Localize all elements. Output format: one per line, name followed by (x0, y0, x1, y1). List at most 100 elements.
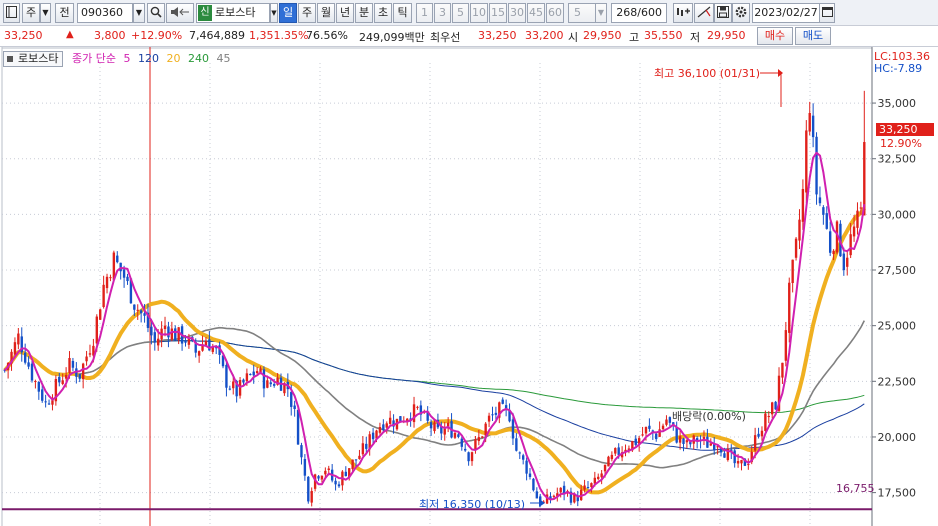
period-label: 일 (282, 6, 294, 19)
stock-code-input[interactable]: 090360 (77, 3, 133, 23)
minute-option-30[interactable]: 30 (508, 3, 526, 23)
date-input[interactable]: 2023/02/27 (752, 3, 820, 23)
search-icon[interactable] (147, 3, 165, 23)
sell-button[interactable]: 매도 (795, 27, 831, 45)
minute-option-label: 10 (472, 6, 486, 19)
candle-body (832, 250, 835, 255)
candle-body (361, 443, 365, 455)
buy-button[interactable]: 매수 (757, 27, 793, 45)
candle-body (702, 436, 706, 439)
candle-body (232, 381, 235, 389)
calendar-icon[interactable] (819, 3, 835, 23)
candle-body (13, 342, 17, 355)
legend-ma-240: 240 (187, 52, 209, 65)
data-count-field[interactable]: 268/600 (611, 3, 667, 23)
candle-body (559, 487, 562, 493)
candle-body (760, 430, 764, 437)
candle-body (521, 455, 525, 460)
candle-body (23, 352, 27, 363)
candle-body (661, 425, 665, 430)
save-icon[interactable] (714, 3, 732, 23)
jeon-toggle-button[interactable]: 전 (55, 3, 74, 23)
period-button-second[interactable]: 초 (374, 3, 392, 23)
candle-body (464, 448, 467, 451)
candle-body (678, 436, 682, 443)
candle-body (634, 438, 637, 445)
period-button-day[interactable]: 일 (279, 3, 297, 23)
candle-body (590, 483, 593, 488)
add-indicator-icon[interactable] (673, 3, 693, 23)
high-label: 고 (629, 31, 640, 44)
candle-body (310, 490, 313, 503)
candle-body (351, 459, 354, 470)
draw-tools-icon[interactable] (694, 3, 714, 23)
minute-option-10[interactable]: 10 (470, 3, 488, 23)
period-button-week[interactable]: 주 (298, 3, 316, 23)
candle-body (259, 368, 262, 373)
candle-body (197, 351, 201, 356)
stock-code-dropdown-icon[interactable]: ▼ (133, 3, 145, 23)
candle-body (105, 276, 109, 289)
legend-stock-box[interactable]: 로보스타 (3, 51, 67, 67)
price-chart-area[interactable]: 17,500 20,000 22,500 25,000 27,500 30,000 32,5… (0, 47, 938, 526)
stock-name-dropdown-icon[interactable]: ▼ (270, 3, 278, 23)
candle-body (532, 478, 535, 491)
candle-body (365, 443, 368, 449)
minute-option-5[interactable]: 5 (452, 3, 469, 23)
current-pct-marker: 12.90% (880, 137, 922, 150)
candle-body (457, 434, 460, 437)
custom-interval-input[interactable]: 5 (568, 3, 596, 23)
custom-interval-dropdown-icon[interactable]: ▼ (595, 3, 607, 23)
period-type-selector[interactable]: 주 (22, 3, 40, 23)
period-label: 주 (301, 6, 313, 19)
minute-option-60[interactable]: 60 (546, 3, 564, 23)
candle-body (784, 330, 788, 361)
candle-body (78, 373, 81, 379)
minute-option-45[interactable]: 45 (527, 3, 545, 23)
settings-gear-icon[interactable] (732, 3, 750, 23)
candle-body (740, 460, 743, 464)
minute-option-15[interactable]: 15 (489, 3, 507, 23)
candle-body (842, 253, 846, 271)
chart-layout-icon[interactable] (3, 3, 20, 23)
stock-name-field[interactable]: 신 로보스타 (196, 3, 270, 23)
price-axis-panel (873, 47, 938, 526)
candle-body (136, 309, 139, 311)
volume-ratio: 1,351.35% (249, 29, 309, 42)
period-button-year[interactable]: 년 (336, 3, 354, 23)
period-button-tick[interactable]: 틱 (393, 3, 412, 23)
up-arrow-icon: ▲ (66, 29, 74, 40)
candle-body (753, 435, 757, 451)
candlestick-chart[interactable]: 17,500 20,000 22,500 25,000 27,500 30,000 32,5… (0, 47, 938, 526)
candle-body (617, 447, 620, 455)
candle-body (610, 454, 614, 460)
candle-body (494, 412, 498, 415)
candle-body (511, 419, 515, 439)
best-ask-price: 33,250 (478, 29, 517, 42)
candle-body (518, 452, 521, 454)
candle-body (528, 473, 532, 478)
period-type-dropdown-icon[interactable]: ▼ (40, 3, 51, 23)
legend-ma-5: 5 (123, 52, 131, 65)
candle-body (818, 197, 822, 204)
candle-body (767, 416, 770, 418)
candle-body (337, 484, 341, 487)
candle-body (150, 326, 153, 336)
volume-sound-icon[interactable] (166, 3, 194, 23)
minute-option-3[interactable]: 3 (434, 3, 451, 23)
toolbar: 주 ▼ 전 090360 ▼ 신 로보스타 ▼ 일 주 월 년 분 초 틱 1 … (0, 0, 938, 26)
candle-body (81, 363, 85, 380)
minute-option-label: 60 (548, 6, 562, 19)
candle-body (491, 414, 494, 416)
candle-body (757, 433, 760, 437)
period-button-minute[interactable]: 분 (355, 3, 373, 23)
candle-body (174, 328, 177, 341)
chart-legend: 로보스타 종가 단순 5 120 20 240 45 (3, 50, 230, 67)
candle-body (184, 340, 187, 343)
candle-body (828, 231, 832, 253)
candle-body (655, 433, 658, 440)
minute-option-1[interactable]: 1 (416, 3, 433, 23)
sell-label: 매도 (802, 29, 824, 42)
period-button-month[interactable]: 월 (317, 3, 335, 23)
candle-body (290, 392, 293, 407)
